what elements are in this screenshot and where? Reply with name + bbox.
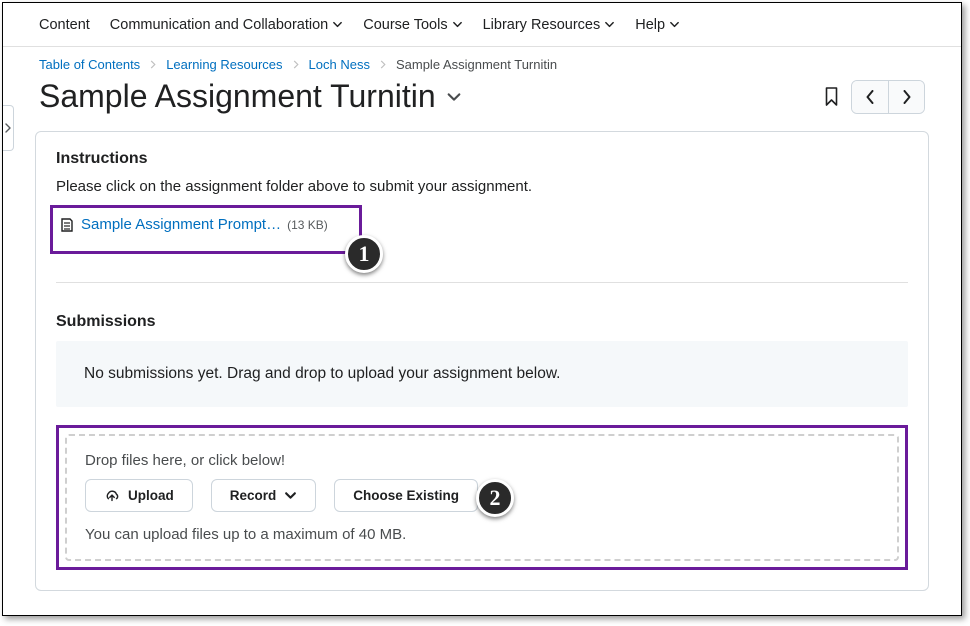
chevron-down-icon — [604, 19, 615, 30]
breadcrumb-link[interactable]: Learning Resources — [166, 57, 282, 72]
nav-communication[interactable]: Communication and Collaboration — [110, 17, 343, 33]
breadcrumb-sep — [380, 60, 386, 69]
record-button[interactable]: Record — [211, 479, 317, 512]
nav-help[interactable]: Help — [635, 17, 680, 33]
expand-sidebar-handle[interactable] — [3, 105, 14, 151]
button-label: Choose Existing — [353, 488, 459, 503]
annotation-badge-1: 1 — [345, 235, 383, 273]
breadcrumb-sep — [293, 60, 299, 69]
nav-label: Communication and Collaboration — [110, 17, 328, 33]
title-dropdown-icon[interactable] — [446, 89, 462, 105]
title-row: Sample Assignment Turnitin — [3, 76, 961, 125]
upload-highlight: Drop files here, or click below! Upload … — [56, 425, 908, 570]
upload-button[interactable]: Upload — [85, 479, 193, 512]
nav-library-resources[interactable]: Library Resources — [483, 17, 616, 33]
attachment-highlight: Sample Assignment Prompt… (13 KB) 1 — [50, 205, 362, 254]
upload-limit-text: You can upload files up to a maximum of … — [85, 526, 879, 543]
divider — [56, 282, 908, 283]
chevron-down-icon — [669, 19, 680, 30]
next-button[interactable] — [888, 81, 924, 113]
breadcrumb-link[interactable]: Table of Contents — [39, 57, 140, 72]
top-nav: Content Communication and Collaboration … — [3, 3, 961, 47]
content-card: Instructions Please click on the assignm… — [35, 131, 929, 591]
page-title: Sample Assignment Turnitin — [39, 78, 436, 115]
chevron-down-icon — [284, 489, 297, 502]
nav-label: Content — [39, 17, 90, 33]
breadcrumb-link[interactable]: Loch Ness — [309, 57, 370, 72]
drop-text: Drop files here, or click below! — [85, 452, 879, 469]
nav-content[interactable]: Content — [39, 17, 90, 33]
chevron-down-icon — [452, 19, 463, 30]
attachment-link[interactable]: Sample Assignment Prompt… — [81, 216, 281, 233]
pager — [851, 80, 925, 114]
nav-label: Library Resources — [483, 17, 601, 33]
upload-icon — [104, 489, 120, 503]
breadcrumb-current: Sample Assignment Turnitin — [396, 57, 557, 72]
annotation-badge-2: 2 — [476, 479, 514, 517]
chevron-down-icon — [332, 19, 343, 30]
prev-button[interactable] — [852, 81, 888, 113]
nav-course-tools[interactable]: Course Tools — [363, 17, 462, 33]
instructions-text: Please click on the assignment folder ab… — [56, 178, 908, 195]
breadcrumb-sep — [150, 60, 156, 69]
submissions-empty: No submissions yet. Drag and drop to upl… — [56, 341, 908, 407]
instructions-heading: Instructions — [56, 150, 908, 168]
bookmark-icon[interactable] — [824, 87, 839, 107]
attachment-size: (13 KB) — [287, 218, 328, 232]
choose-existing-button[interactable]: Choose Existing — [334, 479, 478, 512]
breadcrumb: Table of Contents Learning Resources Loc… — [3, 47, 961, 76]
button-label: Upload — [128, 488, 174, 503]
nav-label: Help — [635, 17, 665, 33]
nav-label: Course Tools — [363, 17, 447, 33]
submissions-heading: Submissions — [56, 313, 908, 331]
document-icon — [59, 217, 75, 233]
button-label: Record — [230, 488, 277, 503]
